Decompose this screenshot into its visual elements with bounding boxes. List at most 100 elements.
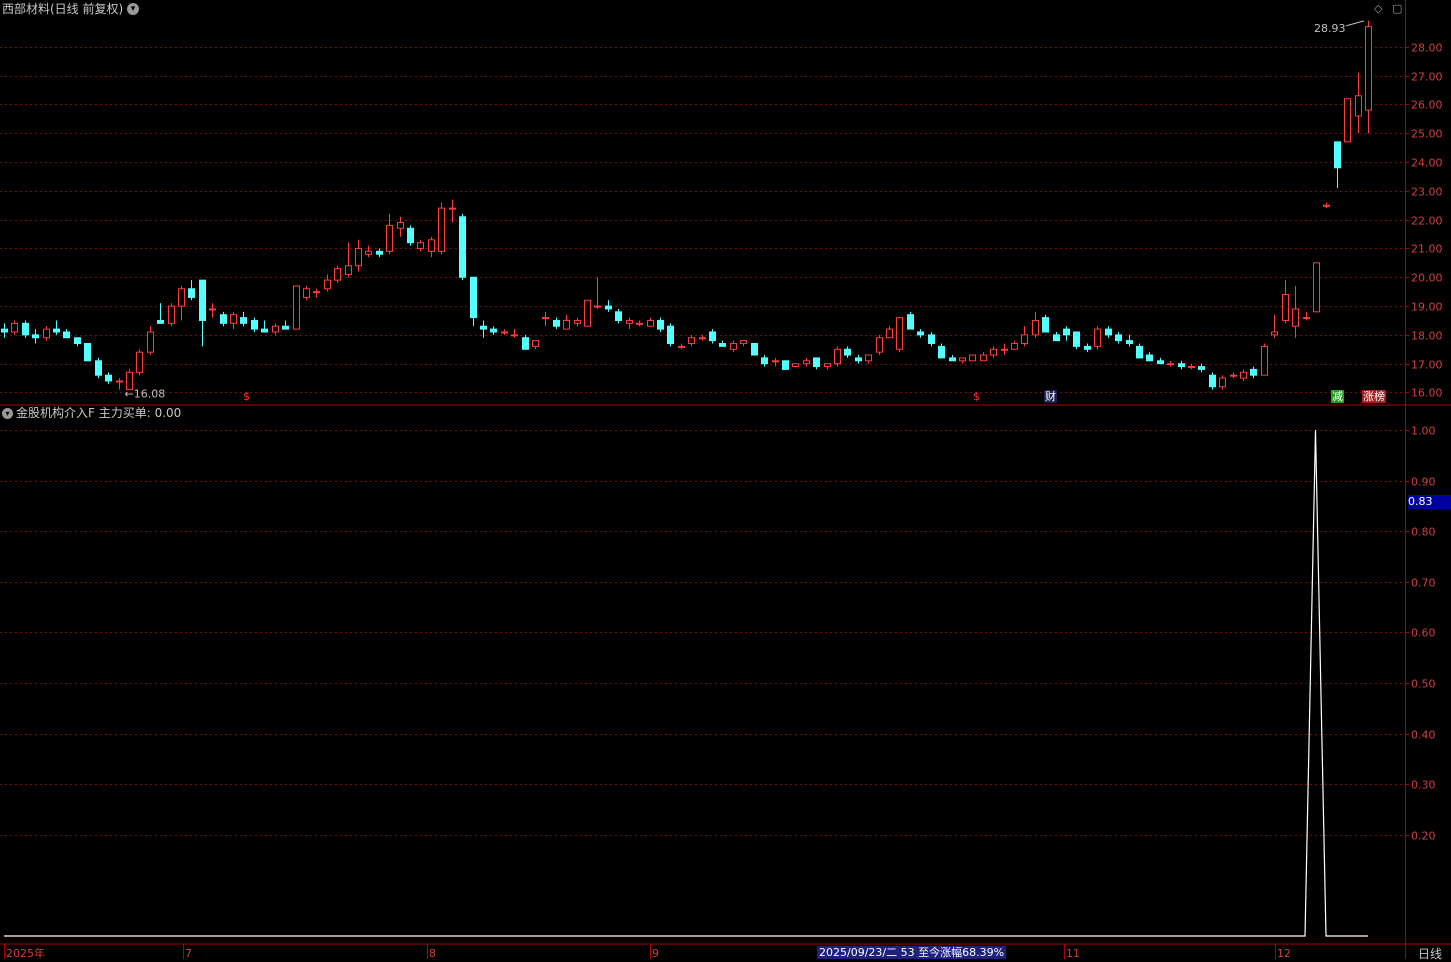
candle-body [199,279,206,321]
candle-body [272,325,279,333]
candle-body [511,334,518,337]
indicator-axis-label: 0.20 [1411,830,1436,843]
candle-body [480,325,487,330]
candle-body [22,322,29,336]
candle-body [886,328,893,339]
candle-body [1250,368,1257,376]
candle-body [876,337,883,353]
candle-body [84,343,91,362]
candle-body [1126,340,1133,345]
candle-body [657,319,664,330]
candle-body [865,354,872,362]
candle-body [584,299,591,327]
indicator-menu-icon[interactable]: ▾ [2,408,13,419]
maximize-icon[interactable]: ▢ [1392,3,1402,15]
indicator-axis-label: 0.90 [1411,476,1436,489]
candle-body [969,354,976,362]
candle-body [1271,331,1278,336]
candle-body [324,279,331,290]
candle-body [490,328,497,333]
chart-title[interactable]: 西部材料(日线 前复权) [2,2,123,16]
diamond-icon[interactable]: ◇ [1374,3,1382,15]
time-axis-label: 8 [429,947,436,959]
chevron-down-icon[interactable]: ▾ [127,3,139,15]
candle-body [303,288,310,298]
price-axis-label: 24.00 [1411,157,1443,170]
candle-body [1292,308,1299,327]
candle-body [501,331,508,334]
candle-body [699,337,706,340]
event-tag-reduce[interactable]: 减 [1331,390,1344,403]
candle-body [178,288,185,307]
event-tag-finance[interactable]: 财 [1044,390,1057,403]
candle-body [282,325,289,330]
candle-body [345,265,352,275]
candle-body [844,348,851,356]
candle-body [553,319,560,327]
period-label[interactable]: 日线 [1418,945,1442,962]
candle-body [1303,317,1310,320]
candle-body [1115,334,1122,342]
candle-body [636,322,643,325]
event-tag-dividend[interactable]: $ [242,390,251,403]
high-price-label: 28.93 [1314,22,1346,35]
candle-body [928,334,935,345]
candle-body [855,357,862,362]
candle-body [1355,95,1362,117]
candle-body [647,319,654,327]
time-axis-label: 12 [1277,947,1291,959]
candle-body [1323,204,1330,207]
candle-body [449,207,456,210]
candle-body [1063,328,1070,336]
candle-body [667,325,674,345]
time-axis-label: 2025年 [6,946,45,959]
candle-body [1334,141,1341,169]
candle-body [709,331,716,342]
price-axis-label: 26.00 [1411,99,1443,112]
price-axis-label: 23.00 [1411,186,1443,199]
candle-body [407,227,414,244]
candle-body [522,337,529,350]
candle-body [397,222,404,229]
indicator-title[interactable]: 金股机构介入F 主力买单: 0.00 [16,406,181,420]
candle-body [251,319,258,330]
candle-body [1282,294,1289,321]
candle-body [761,357,768,365]
candle-body [11,322,18,333]
indicator-axis-label: 0.60 [1411,627,1436,640]
candle-body [1032,319,1039,336]
candle-body [157,319,164,324]
candle-body [772,360,779,363]
candle-body [605,305,612,310]
candle-body [792,363,799,368]
candle-body [626,319,633,324]
candle-body [428,239,435,252]
candle-body [1209,374,1216,388]
candle-body [1261,345,1268,376]
event-tag-top-gainers[interactable]: 涨榜 [1362,390,1386,403]
price-axis-label: 27.00 [1411,71,1443,84]
time-axis-label: 11 [1066,947,1080,959]
price-axis-label: 25.00 [1411,128,1443,141]
candle-body [32,334,39,339]
candle-body [365,250,372,255]
candle-body [168,305,175,324]
candle-body [1167,363,1174,366]
candle-body [980,354,987,362]
candle-body [459,216,466,278]
candle-body [240,317,247,324]
candle-body [105,374,112,382]
candle-body [1188,366,1195,369]
indicator-axis-label: 0.50 [1411,678,1436,691]
candle-body [188,288,195,298]
candle-body [1021,334,1028,345]
candle-body [813,357,820,368]
candle-body [116,380,123,383]
chart-canvas[interactable]: 28.00 27.00 26.00 25.00 24.00 23.00 22.00 21.00… [0,0,1451,959]
event-tag-dividend[interactable]: $ [972,390,981,403]
candle-body [782,360,789,370]
candle-body [938,345,945,359]
candle-body [1105,328,1112,336]
price-axis-label: 16.00 [1411,387,1443,400]
candle-body [803,360,810,365]
